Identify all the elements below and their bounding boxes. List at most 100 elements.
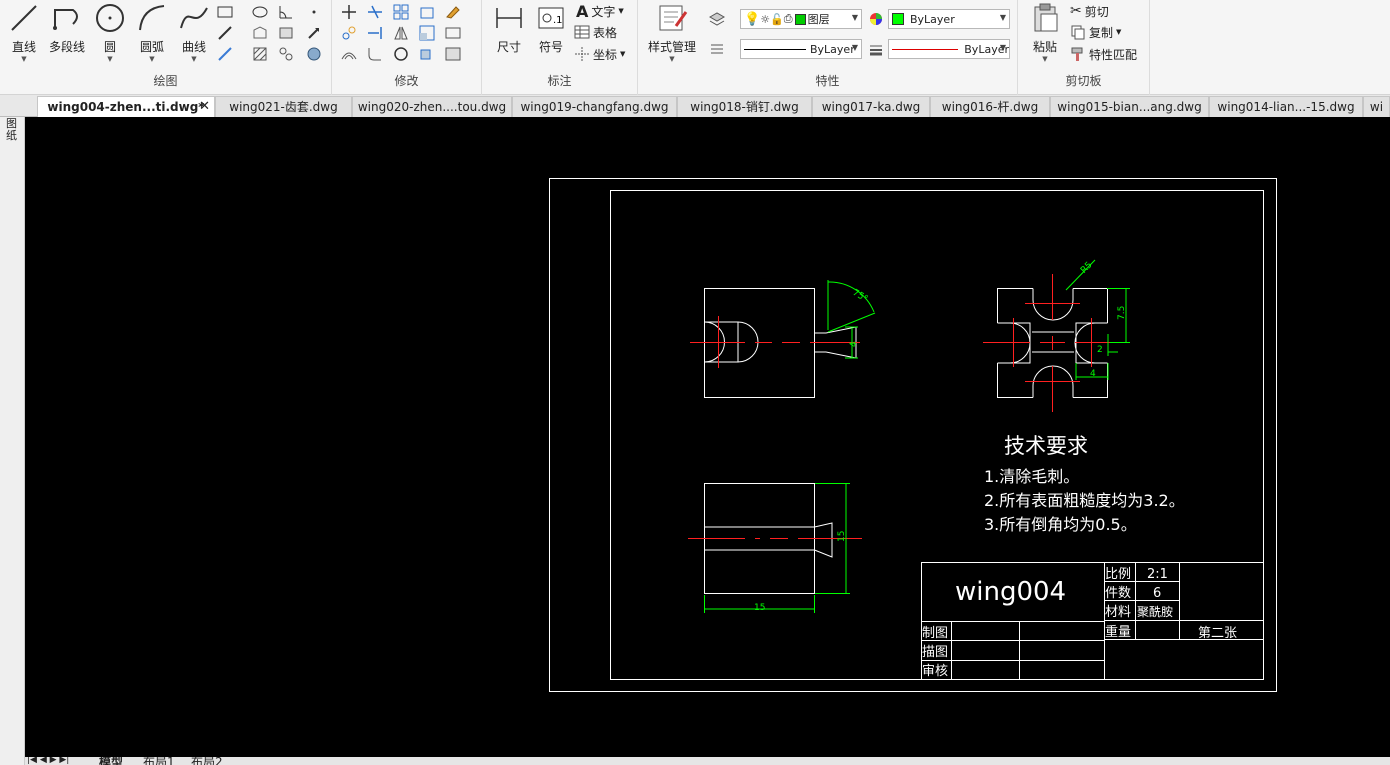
hatch-icon [253,47,267,61]
match-properties-button[interactable]: 特性匹配 [1070,44,1137,64]
region-button[interactable] [251,24,269,42]
tech-title: 技术要求 [1004,434,1088,458]
linetype-preview [744,48,806,50]
edit-button[interactable] [444,45,462,63]
linetype-combo-value: ByLayer [810,42,855,56]
erase-button[interactable] [444,3,462,21]
region-icon [253,26,267,39]
layer-combo[interactable]: 💡 ☼ 🔓 ⎙ 图层 ▼ [740,9,862,29]
tab-wing018[interactable]: wing018-销钉.dwg [677,96,812,117]
point-button[interactable] [305,3,323,21]
line-button[interactable]: 直线 ▼ [3,2,45,64]
symbol-label: 符号 [538,40,563,54]
tab-label: wi [1369,100,1384,114]
style-manager-button[interactable]: 样式管理 ▼ [644,2,700,64]
paste-button[interactable]: 粘贴 ▼ [1024,2,1066,64]
mirror-button[interactable] [392,24,410,42]
tab-wing017[interactable]: wing017-ka.dwg [812,96,930,117]
lineweight-combo[interactable]: ByLayer ▼ [888,39,1010,59]
brush-icon [1071,47,1083,61]
color-wheel-icon [870,13,882,25]
properties-group: 样式管理 ▼ 💡 ☼ 🔓 ⎙ 图层 ▼ ByLayer ▼ ByLayer ▼ [638,0,1018,95]
arc-button[interactable]: 圆弧 ▼ [131,2,173,64]
paste-label: 粘贴 [1032,40,1057,54]
front-view-centerlines [690,316,860,368]
lineweight-button[interactable] [708,40,726,58]
dimension-label: 尺寸 [496,40,521,54]
ribbon: 直线 ▼ 多段线 圆 ▼ 圆弧 ▼ 曲线 ▼ 绘图 修改 尺寸 .1 符号 A … [0,0,1390,95]
circle-button[interactable]: 圆 ▼ [89,2,131,64]
coordinate-button[interactable]: 坐标 ▼ [574,44,625,64]
scale-button[interactable] [418,24,436,42]
tab-wing021[interactable]: wing021-齿套.dwg [215,96,352,117]
array-button[interactable] [392,3,410,21]
lineweight-preview [892,48,959,50]
color-wheel-button[interactable] [867,10,885,28]
angle-button[interactable] [277,3,295,21]
tab-wing014[interactable]: wing014-lian...-15.dwg [1209,96,1363,117]
close-icon[interactable]: ✕ [199,97,210,117]
tab-wing020[interactable]: wing020-zhen....tou.dwg [352,96,512,117]
drawn-label: 制图 [922,626,948,641]
cut-button[interactable]: ✂ 剪切 [1070,1,1109,21]
copy-object-button[interactable] [340,24,358,42]
stretch-button[interactable] [418,3,436,21]
hatch-button[interactable] [251,45,269,63]
style-manager-label: 样式管理 [647,40,696,54]
traced-label: 描图 [922,645,948,660]
tab-wing015[interactable]: wing015-bian...ang.dwg [1050,96,1209,117]
ellipse-button[interactable] [251,3,269,21]
dimension-button[interactable]: 尺寸 [488,2,530,64]
symbol-icon: .1 [538,7,564,29]
chevron-down-icon: ▼ [620,50,626,58]
move-button[interactable] [340,3,358,21]
tab-wing019[interactable]: wing019-changfang.dwg [512,96,677,117]
copy-label: 复制 [1089,25,1114,40]
ellipse-icon [252,6,268,18]
globe-button[interactable] [305,45,323,63]
group-button[interactable] [277,45,295,63]
document-tabs: wing004-zhen...ti.dwg* ✕ wing021-齿套.dwg … [0,95,1390,117]
lineweight-icon-button[interactable] [867,40,885,58]
tab-layout2[interactable]: 布局2 [191,757,223,765]
extend-button[interactable] [366,24,384,42]
linetype-combo[interactable]: ByLayer ▼ [740,39,862,59]
tab-layout1[interactable]: 布局1 [143,757,175,765]
explode-button[interactable] [418,45,436,63]
spline-icon [180,7,208,29]
modify-group-label: 修改 [394,74,419,88]
rect-tool-button[interactable] [444,24,462,42]
xline-button[interactable] [216,24,234,42]
block-icon [279,27,293,39]
tab-wing016[interactable]: wing016-杆.dwg [930,96,1050,117]
curve-button[interactable]: 曲线 ▼ [173,2,215,64]
table-label: 表格 [593,25,618,40]
layout-nav-arrows[interactable]: |◀ ◀ ▶ ▶| [27,757,69,765]
copy-button[interactable]: 复制 ▼ [1070,22,1121,42]
trim-button[interactable] [366,3,384,21]
annotate-group: 尺寸 .1 符号 A 文字 ▼ 表格 坐标 ▼ 标注 [482,0,638,95]
tab-more[interactable]: wi [1363,96,1390,117]
block-button[interactable] [277,24,295,42]
color-combo[interactable]: ByLayer ▼ [888,9,1010,29]
rectangle-button[interactable] [216,3,234,21]
drawing-canvas[interactable]: 75° 4 R5 7.5 2 4 15 15 技术要求 1.清除毛刺。 2.所有… [25,117,1390,757]
ray-button[interactable] [216,45,234,63]
tab-wing004[interactable]: wing004-zhen...ti.dwg* ✕ [37,96,215,117]
tab-model[interactable]: 模型 [99,757,123,765]
draw-group: 直线 ▼ 多段线 圆 ▼ 圆弧 ▼ 曲线 ▼ 绘图 [0,0,332,95]
pointer-button[interactable] [305,24,323,42]
line-icon [11,5,37,31]
rotate-button[interactable] [392,45,410,63]
polyline-button[interactable]: 多段线 [45,2,89,64]
layer-properties-button[interactable] [708,10,726,28]
text-button[interactable]: A 文字 ▼ [576,1,624,21]
tech-line-3: 3.所有倒角均为0.5。 [984,515,1137,534]
symbol-button[interactable]: .1 符号 [530,2,572,64]
fillet-button[interactable] [366,45,384,63]
table-button[interactable]: 表格 [574,22,617,42]
layers-icon [708,12,726,26]
dimension-icon [496,8,522,28]
offset-button[interactable] [340,45,358,63]
dim-15-horizontal: 15 [754,603,765,613]
